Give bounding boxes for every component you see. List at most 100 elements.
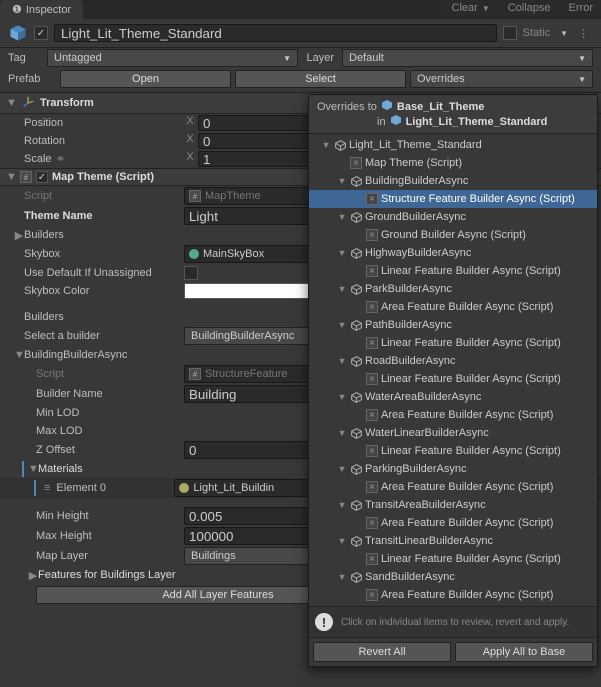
tree-row[interactable]: ▼ ParkBuilderAsync [309, 280, 597, 298]
bba-script-label: Script [24, 368, 184, 380]
tree-label: Light_Lit_Theme_Standard [349, 139, 482, 151]
transform-icon [20, 95, 36, 111]
tree-row[interactable]: #Map Theme (Script) [309, 154, 597, 172]
tree-row[interactable]: #Ground Builder Async (Script) [309, 226, 597, 244]
gameobject-icon [349, 174, 363, 188]
foldout-icon[interactable]: ▼ [337, 176, 347, 186]
drag-handle-icon[interactable]: ≡ [44, 482, 50, 494]
header-menu-icon[interactable]: ⋮ [574, 27, 593, 40]
revert-all-button[interactable]: Revert All [313, 642, 451, 662]
foldout-icon[interactable]: ▼ [337, 572, 347, 582]
tree-row[interactable]: #Area Feature Builder Async (Script) [309, 406, 597, 424]
tree-row[interactable]: ▼TransitLinearBuilderAsync [309, 532, 597, 550]
foldout-icon[interactable]: ▼ [337, 464, 347, 474]
tree-row[interactable]: ▼ WaterLinearBuilderAsync [309, 424, 597, 442]
foldout-icon[interactable]: ▼ [337, 356, 347, 366]
component-enabled[interactable]: ✓ [36, 171, 48, 183]
foldout-icon[interactable]: ▼ [337, 212, 347, 222]
static-dropdown-icon[interactable]: ▼ [560, 29, 568, 38]
static-checkbox[interactable] [503, 26, 517, 40]
prefab-icon [8, 23, 28, 43]
gameobject-name[interactable] [54, 24, 497, 42]
gameobject-icon [349, 354, 363, 368]
tree-row[interactable]: #Linear Feature Builder Async (Script) [309, 334, 597, 352]
foldout-icon[interactable]: ▼ [337, 392, 347, 402]
gameobject-icon [349, 498, 363, 512]
scale-label: Scale⚭ [24, 152, 184, 166]
foldout-icon[interactable]: ▼ [337, 320, 347, 330]
tree-row[interactable]: ▼BuildingBuilderAsync [309, 172, 597, 190]
tree-row[interactable]: #Area Feature Builder Async (Script) [309, 514, 597, 532]
foldout-icon[interactable]: ▼ [14, 349, 24, 361]
tree-row[interactable]: #Linear Feature Builder Async (Script) [309, 262, 597, 280]
tree-row[interactable]: #Linear Feature Builder Async (Script) [309, 550, 597, 568]
tree-row[interactable]: #Area Feature Builder Async (Script) [309, 298, 597, 316]
link-icon[interactable]: ⚭ [56, 152, 70, 166]
inspector-tab[interactable]: ❶ Inspector [0, 0, 83, 19]
tree-label: ParkBuilderAsync [365, 283, 452, 295]
layer-label: Layer [302, 52, 338, 64]
tree-label: Map Theme (Script) [365, 157, 462, 169]
tree-label: SandBuilderAsync [365, 571, 455, 583]
script-icon: # [365, 192, 379, 206]
error-btn[interactable]: Error [561, 0, 601, 16]
tree-row[interactable]: ▼TransitAreaBuilderAsync [309, 496, 597, 514]
foldout-icon[interactable]: ▼ [337, 500, 347, 510]
inspector-label: Inspector [26, 4, 71, 16]
gameobject-icon [349, 462, 363, 476]
tree-row[interactable]: ▼ GroundBuilderAsync [309, 208, 597, 226]
overrides-dropdown[interactable]: Overrides▼ [410, 70, 593, 88]
script-icon: # [365, 372, 379, 386]
tree-row[interactable]: ▼ WaterAreaBuilderAsync [309, 388, 597, 406]
position-label: Position [24, 117, 184, 129]
tree-row[interactable]: ▼ Light_Lit_Theme_Standard [309, 136, 597, 154]
foldout-icon[interactable]: ▼ [337, 248, 347, 258]
gameobject-icon [349, 246, 363, 260]
builder-name-label: Builder Name [24, 388, 184, 400]
tree-label: GroundBuilderAsync [365, 211, 466, 223]
tree-row[interactable]: #Linear Feature Builder Async (Script) [309, 370, 597, 388]
tree-label: Linear Feature Builder Async (Script) [381, 373, 561, 385]
script-icon: # [365, 444, 379, 458]
tree-label: WaterAreaBuilderAsync [365, 391, 481, 403]
tree-row[interactable]: #Linear Feature Builder Async (Script) [309, 442, 597, 460]
check-icon: ✓ [37, 28, 45, 39]
features-label: Features for Buildings Layer [38, 569, 176, 581]
tree-row[interactable]: ▼HighwayBuilderAsync [309, 244, 597, 262]
clear-btn[interactable]: Clear▼ [444, 0, 498, 16]
active-checkbox[interactable]: ✓ [34, 26, 48, 40]
tree-row[interactable]: ▼RoadBuilderAsync [309, 352, 597, 370]
tree-row[interactable]: #Area Feature Builder Async (Script) [309, 586, 597, 604]
script-icon: # [365, 300, 379, 314]
min-lod-label: Min LOD [24, 407, 184, 419]
foldout-icon[interactable]: ▶ [14, 229, 24, 242]
tree-row[interactable]: #Area Feature Builder Async (Script) [309, 478, 597, 496]
tree-row[interactable]: #Structure Feature Builder Async (Script… [309, 190, 597, 208]
materials-label: Materials [38, 463, 83, 475]
foldout-icon[interactable]: ▼ [321, 140, 331, 150]
overrides-to-label: Overrides to [317, 101, 377, 113]
tree-row[interactable]: ▼PathBuilderAsync [309, 316, 597, 334]
element0-label: Element 0 [56, 482, 174, 494]
foldout-icon[interactable]: ▼ [337, 428, 347, 438]
tree-label: WaterLinearBuilderAsync [365, 427, 489, 439]
overrides-popup: Overrides to Base_Lit_Theme in Light_Lit… [308, 94, 598, 667]
use-default-checkbox[interactable] [184, 266, 198, 280]
layer-dropdown[interactable]: Default▼ [342, 49, 593, 67]
prefab-select-button[interactable]: Select [235, 70, 406, 88]
tree-row[interactable]: ▼ SandBuilderAsync [309, 568, 597, 586]
tag-dropdown[interactable]: Untagged▼ [47, 49, 298, 67]
foldout-icon[interactable]: ▼ [337, 284, 347, 294]
apply-all-button[interactable]: Apply All to Base [455, 642, 593, 662]
script-icon: # [365, 552, 379, 566]
tree-row[interactable]: ▼ParkingBuilderAsync [309, 460, 597, 478]
collapse-btn[interactable]: Collapse [500, 0, 559, 16]
foldout-icon[interactable]: ▼ [28, 463, 38, 475]
gameobject-icon [349, 570, 363, 584]
info-text: Click on individual items to review, rev… [341, 617, 569, 628]
foldout-icon[interactable]: ▼ [337, 536, 347, 546]
use-default-label: Use Default If Unassigned [24, 267, 184, 279]
foldout-icon[interactable]: ▶ [28, 569, 38, 582]
prefab-open-button[interactable]: Open [60, 70, 231, 88]
tree-label: Linear Feature Builder Async (Script) [381, 337, 561, 349]
